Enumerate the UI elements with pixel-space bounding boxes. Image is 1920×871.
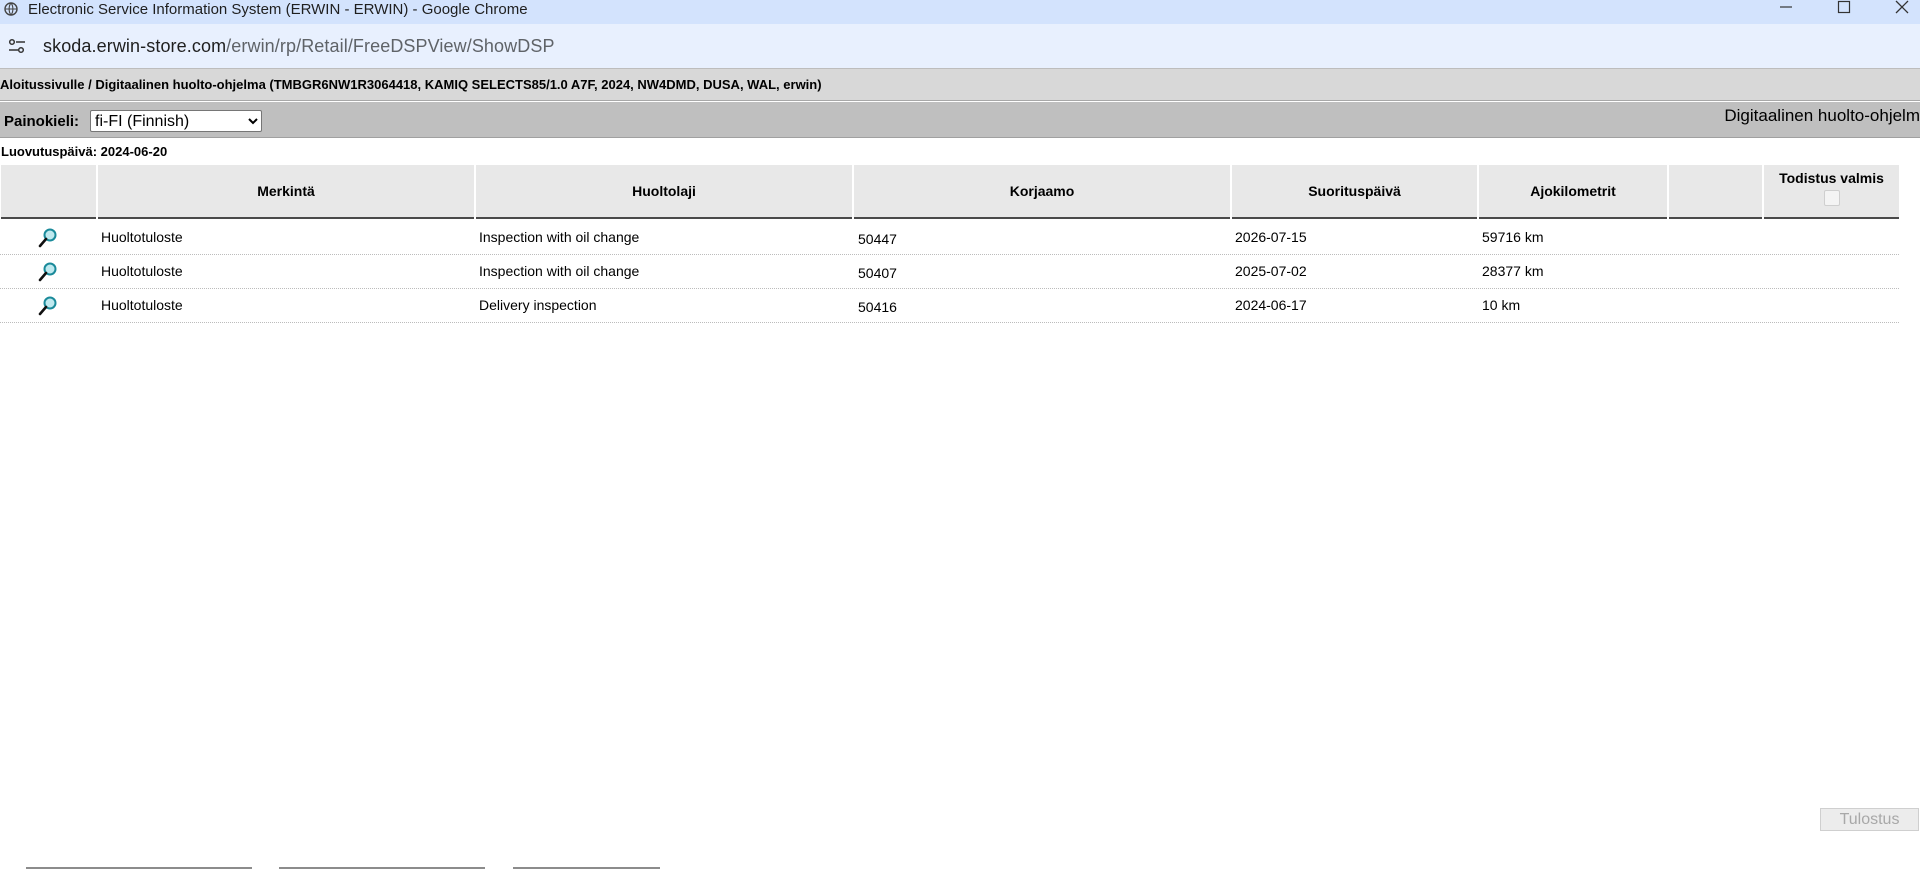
print-language-label: Painokieli: [4,113,80,130]
header-ajokilometrit: Ajokilometrit [1479,165,1667,219]
header-suorituspaiva: Suorituspäivä [1232,165,1477,219]
url-path: /erwin/rp/Retail/FreeDSPView/ShowDSP [226,35,555,56]
minimize-icon[interactable] [1766,0,1806,24]
cell-suorituspaiva: 2026-07-15 [1235,229,1307,245]
scroll-mark [26,867,252,869]
header-empty-col [1669,165,1762,219]
scroll-mark [279,867,485,869]
cell-huoltolaji: Delivery inspection [479,297,597,313]
window-title: Electronic Service Information System (E… [28,0,528,18]
cell-korjaamo: 50416 [858,299,897,315]
cell-merkinta: Huoltotuloste [101,263,183,279]
browser-title-bar: Electronic Service Information System (E… [0,0,1920,24]
cell-suorituspaiva: 2025-07-02 [1235,263,1307,279]
url-domain: skoda.erwin-store.com [43,35,227,56]
cell-huoltolaji: Inspection with oil change [479,263,640,279]
tune-icon[interactable] [8,37,26,55]
header-korjaamo: Korjaamo [854,165,1230,219]
header-todistus: Todistus valmis [1764,165,1899,219]
magnifier-icon[interactable] [38,261,58,283]
table-row[interactable]: Huoltotuloste Delivery inspection 50416 … [0,289,1899,323]
address-bar: skoda.erwin-store.com/erwin/rp/Retail/Fr… [0,24,1920,68]
cell-merkinta: Huoltotuloste [101,297,183,313]
table-row[interactable]: Huoltotuloste Inspection with oil change… [0,255,1899,289]
header-merkinta: Merkintä [98,165,474,219]
scroll-mark [513,867,660,869]
globe-icon [3,2,19,20]
cell-korjaamo: 50407 [858,265,897,281]
todistus-checkbox[interactable] [1823,190,1840,206]
print-language-select[interactable]: fi-FI (Finnish) [90,110,262,132]
cell-huoltolaji: Inspection with oil change [479,229,640,245]
cell-korjaamo: 50447 [858,231,897,247]
header-todistus-label: Todistus valmis [1779,170,1884,186]
url-field[interactable]: skoda.erwin-store.com/erwin/rp/Retail/Fr… [43,36,555,57]
header-huoltolaji: Huoltolaji [476,165,852,219]
table-row[interactable]: Huoltotuloste Inspection with oil change… [0,221,1899,255]
print-button[interactable]: Tulostus [1820,808,1919,831]
cell-ajokilometrit: 59716 km [1482,229,1544,245]
magnifier-icon[interactable] [38,295,58,317]
cell-suorituspaiva: 2024-06-17 [1235,297,1307,313]
delivery-date: Luovutuspäivä: 2024-06-20 [1,144,168,159]
cell-ajokilometrit: 28377 km [1482,263,1544,279]
section-title: Digitaalinen huolto-ohjelm [1724,106,1920,125]
breadcrumb-text[interactable]: Aloitussivulle / Digitaalinen huolto-ohj… [0,77,822,92]
language-bar: Painokieli: fi-FI (Finnish) Digitaalinen… [0,102,1920,138]
breadcrumb: Aloitussivulle / Digitaalinen huolto-ohj… [0,68,1920,101]
header-icon-col [1,165,96,219]
magnifier-icon[interactable] [38,227,58,249]
maximize-icon[interactable] [1824,0,1864,24]
cell-merkinta: Huoltotuloste [101,229,183,245]
close-icon[interactable] [1882,0,1920,24]
cell-ajokilometrit: 10 km [1482,297,1521,313]
